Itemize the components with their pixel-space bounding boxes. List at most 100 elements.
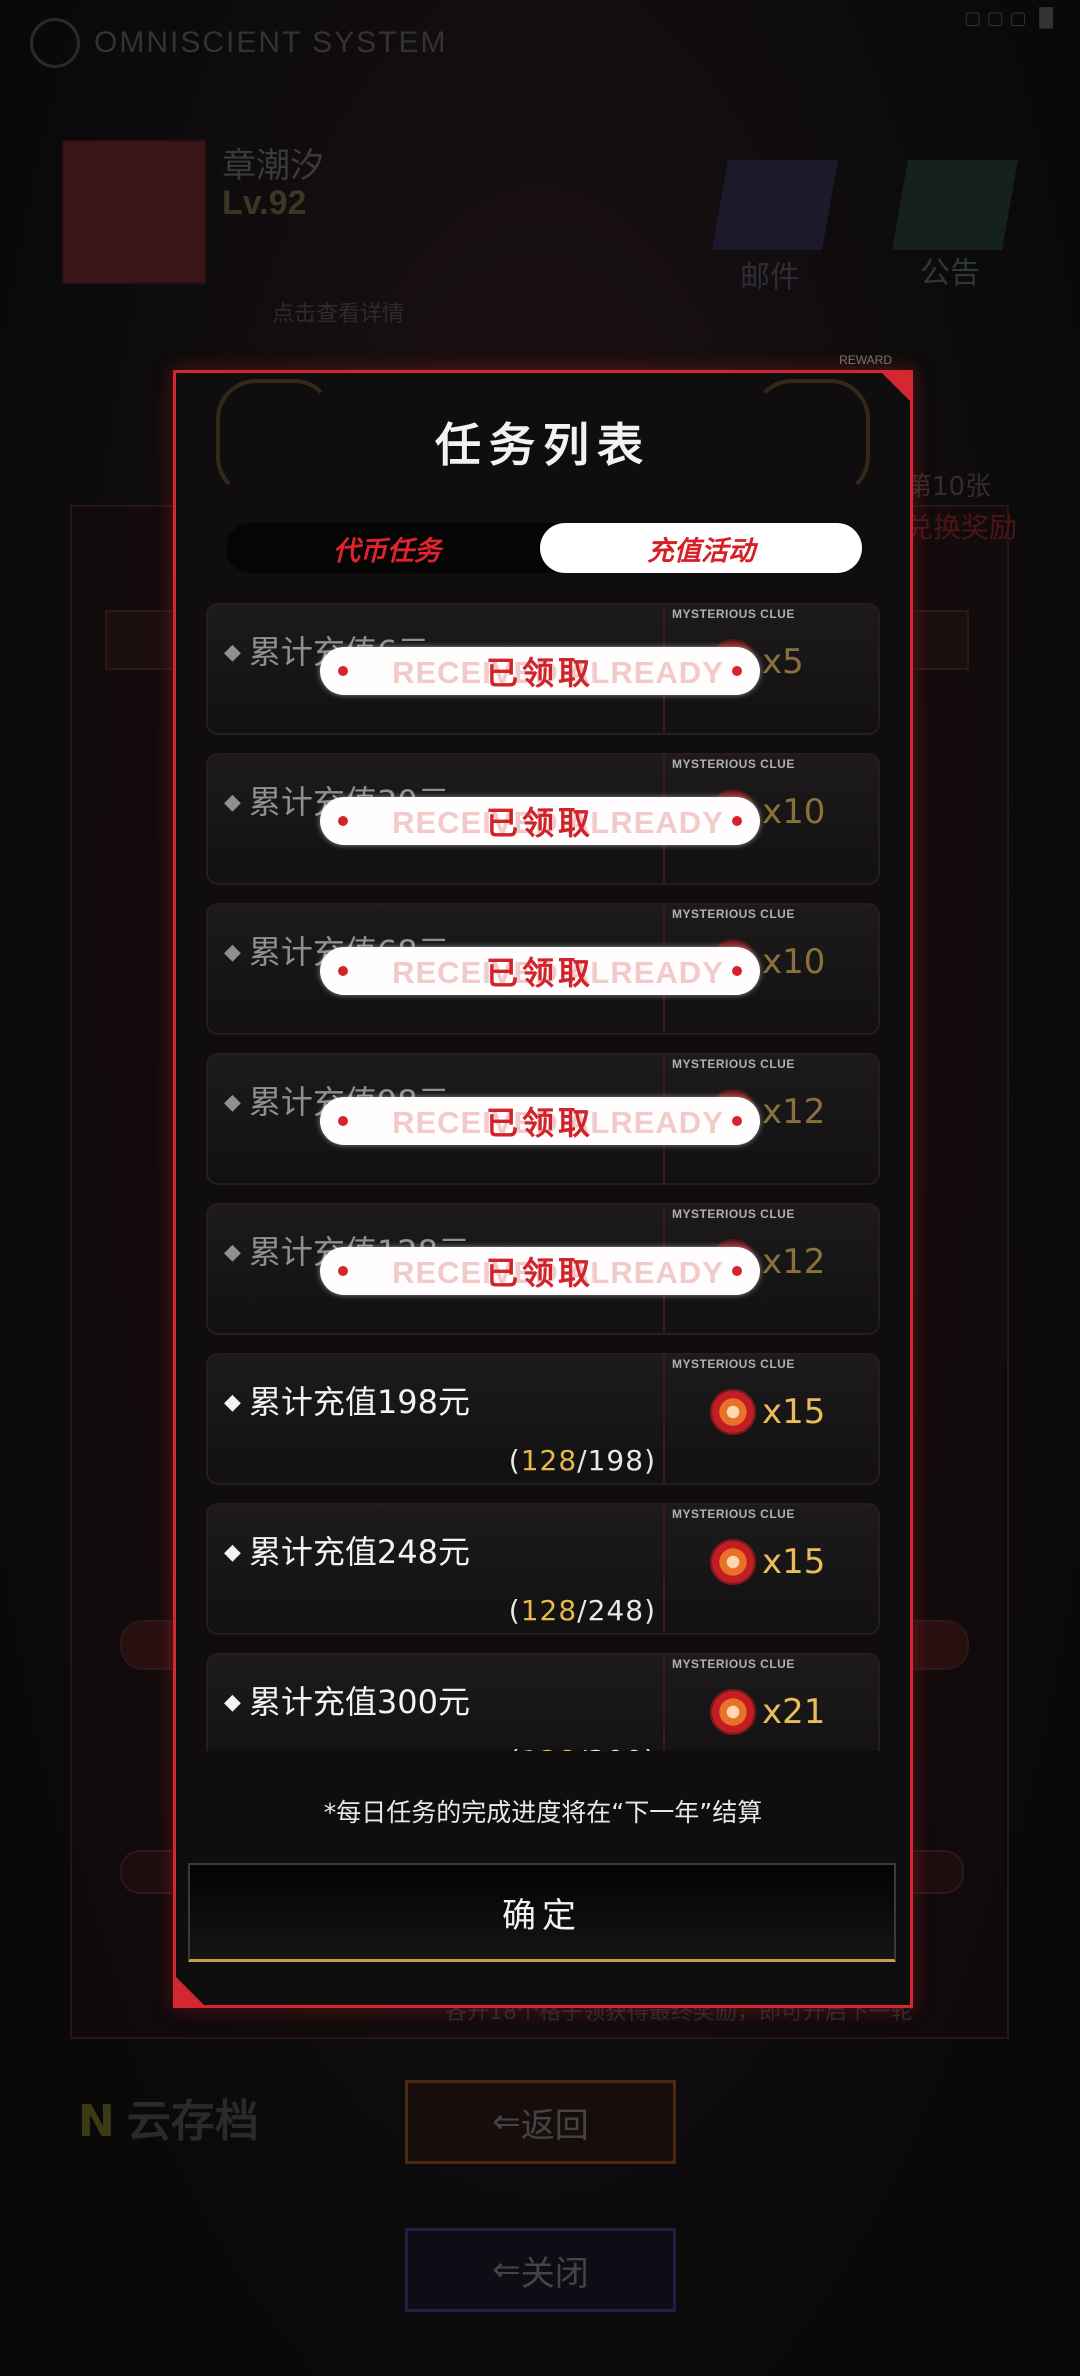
- clue-label: MYSTERIOUS CLUE: [672, 1207, 795, 1221]
- reward-quantity: x12: [762, 1242, 826, 1282]
- reward-quantity: x15: [762, 1392, 826, 1432]
- reward-quantity: x21: [762, 1692, 826, 1732]
- confirm-button[interactable]: 确定: [188, 1863, 896, 1962]
- task-progress: (128/248): [508, 1594, 656, 1627]
- reward-quantity: x10: [762, 942, 826, 982]
- task-name-text: 累计充值198元: [248, 1383, 471, 1421]
- settlement-note: *每日任务的完成进度将在“下一年”结算: [323, 1798, 763, 1827]
- claimed-label: 已领取: [485, 1254, 594, 1292]
- system-logo-icon: [30, 18, 80, 68]
- reward: x15: [710, 1389, 825, 1435]
- progress-current: 128: [520, 1594, 578, 1627]
- tenth-label: 第10张: [906, 472, 992, 502]
- tab-token-tasks[interactable]: 代币任务: [226, 523, 548, 573]
- claimed-badge: RECEIVED ALREADY 已领取: [320, 1097, 760, 1145]
- cloud-save-label: 云存档: [126, 2096, 259, 2147]
- claimed-label: 已领取: [485, 954, 594, 992]
- system-title: OMNISCIENT SYSTEM: [94, 26, 448, 59]
- task-row: ◆ 累计充值248元 MYSTERIOUS CLUE x15 (128/248): [206, 1503, 880, 1635]
- status-icons: ▢ ▢ ▢ ▐▌: [964, 8, 1060, 29]
- divider: [663, 1355, 665, 1483]
- reward-quantity: x10: [762, 792, 826, 832]
- task-row: ◆累计充值30元MYSTERIOUS CLUEx10RECEIVED ALREA…: [206, 753, 880, 885]
- task-row: ◆ 累计充值198元 MYSTERIOUS CLUE x15 (128/198): [206, 1353, 880, 1485]
- player-avatar: [62, 140, 206, 284]
- notice-label: 公告: [920, 256, 980, 291]
- clue-chip-icon: [710, 1389, 756, 1435]
- tab-bar: 代币任务 充值活动: [226, 523, 862, 573]
- close-label: 关闭: [520, 2253, 589, 2294]
- clue-label: MYSTERIOUS CLUE: [672, 907, 795, 921]
- progress-target: 198: [587, 1444, 645, 1477]
- progress-current: 128: [520, 1444, 578, 1477]
- task-progress: (128/198): [508, 1444, 656, 1477]
- player-level: Lv.92: [222, 184, 307, 222]
- redeem-label: 兑换奖励: [905, 511, 1018, 544]
- tab-recharge-activity[interactable]: 充值活动: [540, 523, 862, 573]
- clue-label: MYSTERIOUS CLUE: [672, 1057, 795, 1071]
- reward: x21: [710, 1689, 825, 1735]
- claimed-badge: RECEIVED ALREADY 已领取: [320, 1247, 760, 1295]
- task-list[interactable]: ◆累计充值6元MYSTERIOUS CLUEx5RECEIVED ALREADY…: [206, 603, 880, 1751]
- divider: [663, 1505, 665, 1633]
- clue-label: MYSTERIOUS CLUE: [672, 1357, 795, 1371]
- task-name-text: 累计充值300元: [248, 1683, 471, 1721]
- diamond-bullet-icon: ◆: [224, 1240, 241, 1265]
- diamond-bullet-icon: ◆: [224, 940, 241, 965]
- progress-target: 300: [588, 1744, 644, 1751]
- diamond-bullet-icon: ◆: [224, 1540, 241, 1565]
- reward-tag: REWARD: [839, 353, 892, 367]
- dot-icon: [338, 1116, 348, 1126]
- modal-title: 任务列表: [435, 418, 651, 472]
- task-row: ◆累计充值6元MYSTERIOUS CLUEx5RECEIVED ALREADY…: [206, 603, 880, 735]
- clue-chip-icon: [710, 1689, 756, 1735]
- task-row: ◆累计充值98元MYSTERIOUS CLUEx12RECEIVED ALREA…: [206, 1053, 880, 1185]
- clue-label: MYSTERIOUS CLUE: [672, 757, 795, 771]
- cloud-save-n: N: [78, 2096, 115, 2147]
- claimed-label: 已领取: [485, 654, 594, 692]
- dot-icon: [338, 816, 348, 826]
- clue-label: MYSTERIOUS CLUE: [672, 607, 795, 621]
- task-name: ◆ 累计充值300元: [224, 1677, 470, 1723]
- back-button: ⇐ 返回: [405, 2080, 676, 2164]
- corner-accent: [879, 370, 913, 404]
- claimed-label: 已领取: [485, 1104, 594, 1142]
- task-name: ◆ 累计充值198元: [224, 1377, 470, 1423]
- progress-current: 128: [521, 1744, 577, 1751]
- reward-quantity: x12: [762, 1092, 826, 1132]
- clue-label: MYSTERIOUS CLUE: [672, 1507, 795, 1521]
- reward-quantity: x15: [762, 1542, 826, 1582]
- reward-quantity: x5: [762, 642, 804, 682]
- progress-target: 248: [587, 1594, 645, 1627]
- notice-icon: [892, 160, 1018, 250]
- corner-accent: [173, 1974, 207, 2008]
- mail-label: 邮件: [740, 260, 800, 295]
- player-name: 章潮汐: [222, 146, 324, 186]
- diamond-bullet-icon: ◆: [224, 1090, 241, 1115]
- task-row: ◆累计充值128元MYSTERIOUS CLUEx12RECEIVED ALRE…: [206, 1203, 880, 1335]
- close-icon: ⇐: [492, 2250, 521, 2290]
- clue-chip-icon: [710, 1539, 756, 1585]
- dot-icon: [338, 966, 348, 976]
- task-list-modal: REWARD 任务列表 代币任务 充值活动 ◆累计充值6元MYSTERIOUS …: [173, 353, 913, 2008]
- dot-icon: [338, 666, 348, 676]
- reward: x15: [710, 1539, 825, 1585]
- task-row: ◆累计充值68元MYSTERIOUS CLUEx10RECEIVED ALREA…: [206, 903, 880, 1035]
- divider: [663, 1655, 665, 1751]
- app-header: OMNISCIENT SYSTEM: [30, 18, 447, 68]
- back-icon: ⇐: [492, 2102, 521, 2142]
- task-progress: (128/300): [509, 1744, 656, 1751]
- diamond-bullet-icon: ◆: [224, 640, 241, 665]
- task-name-text: 累计充值248元: [248, 1533, 471, 1571]
- claimed-badge: RECEIVED ALREADY 已领取: [320, 947, 760, 995]
- back-label: 返回: [520, 2105, 589, 2146]
- diamond-bullet-icon: ◆: [224, 790, 241, 815]
- close-button: ⇐ 关闭: [405, 2228, 676, 2312]
- task-row: ◆ 累计充值300元 MYSTERIOUS CLUE x21 (128/300): [206, 1653, 880, 1751]
- mail-icon: [712, 160, 838, 250]
- claimed-badge: RECEIVED ALREADY 已领取: [320, 647, 760, 695]
- detail-hint: 点击查看详情: [272, 302, 405, 327]
- diamond-bullet-icon: ◆: [224, 1690, 241, 1715]
- diamond-bullet-icon: ◆: [224, 1390, 241, 1415]
- claimed-label: 已领取: [485, 804, 594, 842]
